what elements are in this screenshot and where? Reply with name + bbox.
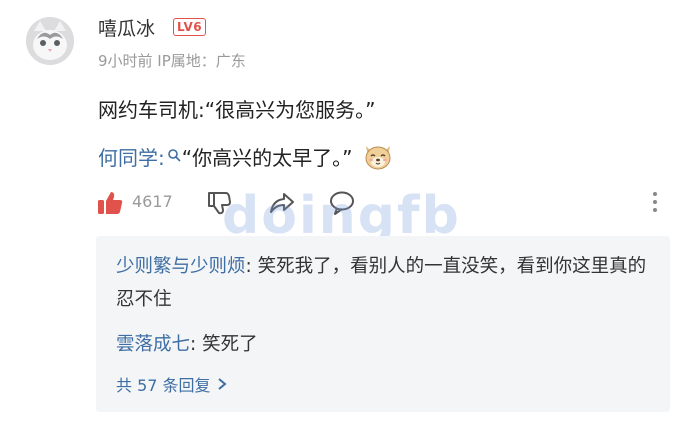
comment-icon[interactable] — [328, 190, 356, 220]
comment-text-line1: 网约车司机:“很高兴为您服务。” — [98, 98, 376, 122]
reply-author[interactable]: 雲落成七 — [116, 334, 190, 355]
search-icon[interactable] — [167, 143, 181, 162]
comment-actions: 4617 — [96, 186, 676, 220]
level-badge: LV6 — [173, 18, 207, 36]
comment-text-line2: 何同学: “你高兴的太早了。” — [98, 140, 394, 172]
comment-quote: “你高兴的太早了。” — [181, 145, 353, 170]
mention-link[interactable]: 何同学: — [98, 142, 165, 171]
more-vertical-icon[interactable] — [650, 190, 660, 218]
thumbs-up-icon[interactable] — [96, 190, 124, 220]
thumbs-down-icon[interactable] — [206, 190, 232, 220]
username[interactable]: 嘻瓜冰 — [98, 14, 155, 41]
reply-author[interactable]: 少则繁与少则烦 — [116, 256, 246, 277]
reply-item: 雲落成七: 笑死了 — [116, 330, 258, 356]
reply-text: : 笑死了 — [190, 334, 258, 355]
comment-meta: 9小时前 IP属地：广东 — [98, 52, 246, 70]
share-icon[interactable] — [268, 190, 296, 220]
dog-emoji-icon — [362, 140, 394, 172]
reply-item: 少则繁与少则烦: 笑死我了，看别人的一直没笑，看到你这里真的忍不住 — [116, 250, 656, 316]
avatar[interactable] — [26, 17, 74, 65]
view-all-replies-link[interactable]: 共 57 条回复 — [116, 372, 227, 396]
reply-preview-box[interactable]: 少则繁与少则烦: 笑死我了，看别人的一直没笑，看到你这里真的忍不住 雲落成七: … — [96, 236, 670, 412]
cat-avatar-icon — [26, 17, 74, 65]
replies-count-label: 共 57 条回复 — [116, 376, 211, 395]
mention-name: 何同学: — [98, 145, 165, 170]
like-count: 4617 — [132, 192, 173, 211]
chevron-right-icon — [217, 378, 227, 390]
